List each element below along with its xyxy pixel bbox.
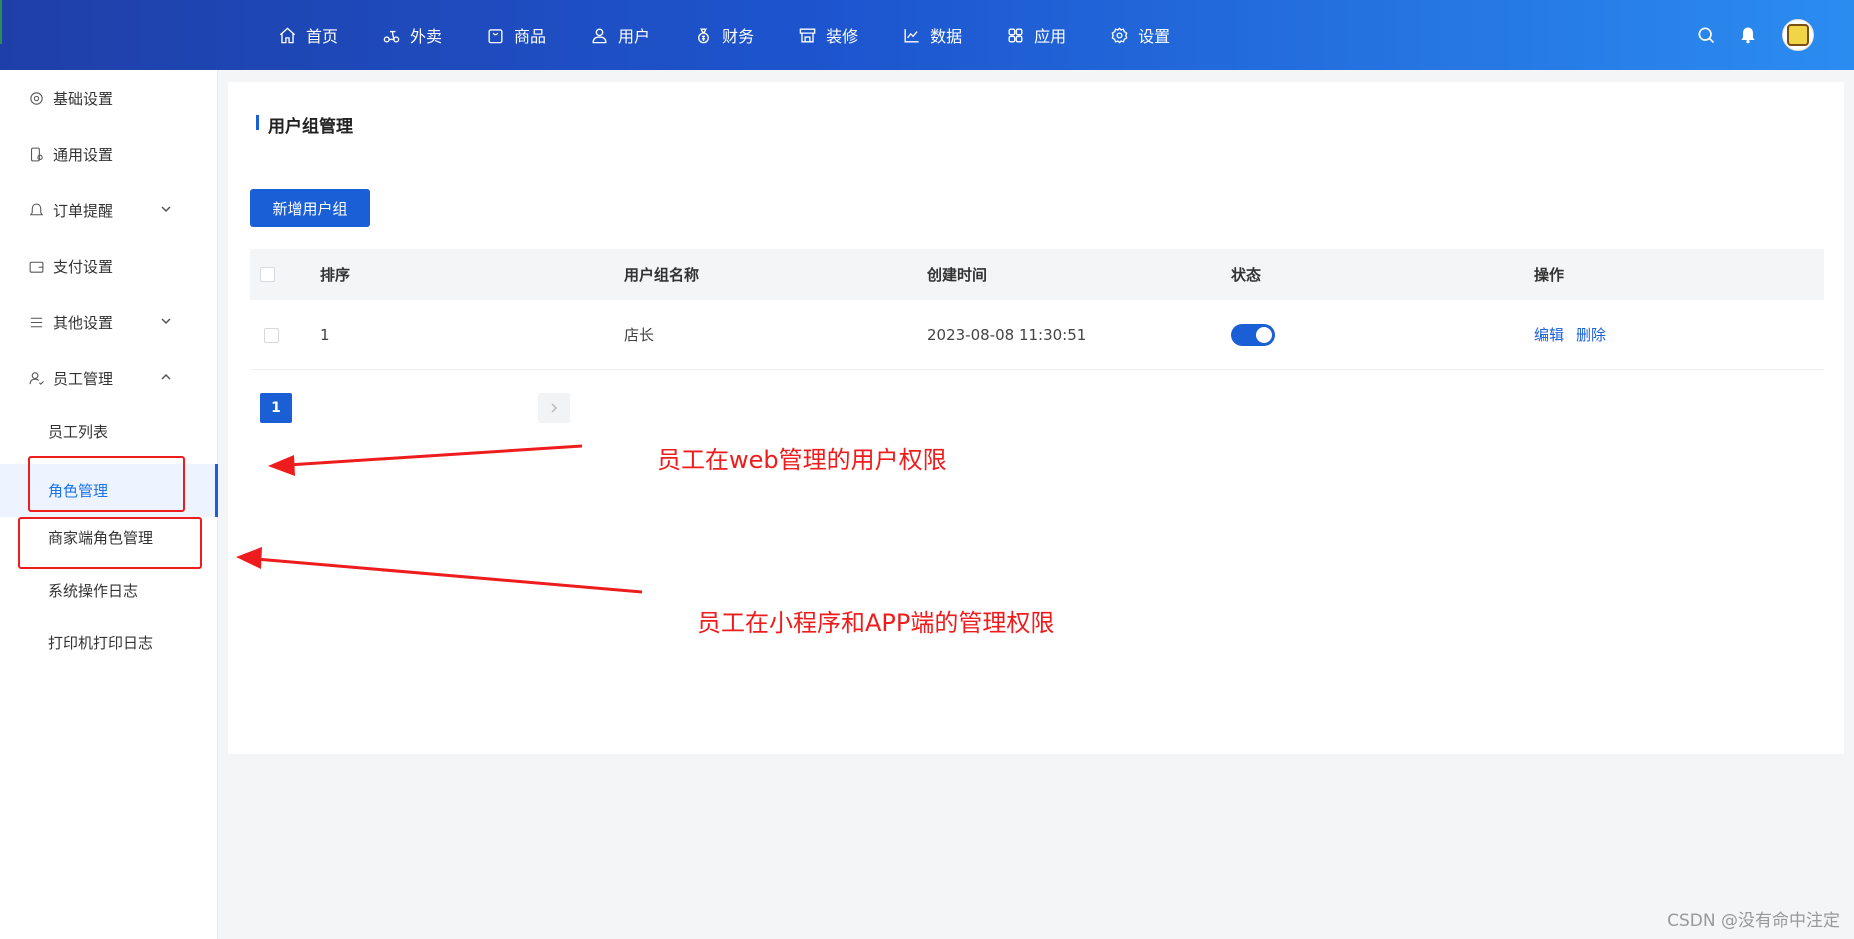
column-header-actions: 操作 (1534, 266, 1565, 284)
list-icon (30, 317, 43, 327)
annotation-box-role-management (28, 456, 185, 512)
sidebar-subitem-system-log[interactable]: 系统操作日志 (0, 570, 218, 610)
annotation-web-permissions: 员工在web管理的用户权限 (657, 446, 947, 474)
select-all-checkbox[interactable] (260, 267, 275, 282)
sidebar-item-label: 其他设置 (53, 313, 114, 332)
nav-item-label: 商品 (514, 27, 547, 46)
chevron-right-icon (551, 403, 558, 413)
pagination: 1 (260, 393, 570, 423)
nav-item-users[interactable]: 用户 (590, 23, 650, 47)
top-right-tools (1674, 0, 1814, 70)
chevron-up-icon (161, 373, 171, 380)
nav-item-label: 应用 (1034, 27, 1067, 46)
nav-item-home[interactable]: 首页 (278, 23, 338, 47)
scooter-icon (383, 30, 400, 43)
user-icon (592, 27, 607, 43)
right-gutter (1844, 70, 1854, 939)
gear-icon (30, 91, 43, 105)
next-page-button[interactable] (538, 393, 570, 423)
avatar-image (1787, 24, 1809, 46)
sidebar-item-general-settings[interactable]: 通用设置 (0, 134, 218, 174)
nav-item-data[interactable]: 数据 (902, 23, 962, 47)
content-card: 用户组管理 新增用户组 排序 用户组名称 创建时间 状态 操作 1 店长 202… (228, 82, 1844, 754)
edit-link[interactable]: 编辑 (1534, 326, 1564, 344)
chevron-down-icon (161, 318, 171, 325)
staff-icon (29, 371, 44, 385)
nav-item-label: 财务 (722, 27, 755, 46)
nav-item-label: 首页 (306, 27, 339, 46)
column-header-name: 用户组名称 (624, 266, 700, 284)
sidebar-item-staff-management[interactable]: 员工管理 (0, 358, 218, 398)
home-icon (279, 26, 296, 43)
sidebar-item-label: 支付设置 (53, 257, 114, 276)
table-header: 排序 用户组名称 创建时间 状态 操作 (250, 249, 1824, 300)
table-row: 1 店长 2023-08-08 11:30:51 编辑 删除 (250, 300, 1824, 370)
sidebar-subitem-label: 员工列表 (48, 422, 109, 441)
sidebar-item-order-reminder[interactable]: 订单提醒 (0, 190, 218, 230)
status-toggle[interactable] (1231, 324, 1275, 346)
cell-created-time: 2023-08-08 11:30:51 (927, 325, 1087, 344)
annotation-box-merchant-role (18, 517, 202, 569)
nav-item-delivery[interactable]: 外卖 (382, 23, 442, 47)
sidebar-item-label: 通用设置 (53, 145, 114, 164)
apps-icon (1008, 27, 1023, 43)
gear-icon (1111, 26, 1128, 44)
user-group-table: 排序 用户组名称 创建时间 状态 操作 1 店长 2023-08-08 11:3… (250, 249, 1824, 370)
line-chart-icon (904, 28, 919, 43)
sidebar-subitem-staff-list[interactable]: 员工列表 (0, 411, 218, 451)
sidebar-item-payment-settings[interactable]: 支付设置 (0, 246, 218, 286)
chevron-down-icon (161, 206, 171, 213)
top-navigation-bar: 首页 外卖 商品 用户 财务 装修 数据 应用 设置 (0, 0, 1854, 70)
nav-item-label: 设置 (1138, 27, 1171, 46)
main-nav: 首页 外卖 商品 用户 财务 装修 数据 应用 设置 (278, 0, 1214, 70)
avatar[interactable] (1782, 19, 1814, 51)
search-icon (1698, 27, 1715, 44)
cell-group-name: 店长 (624, 326, 655, 344)
wallet-icon (29, 261, 44, 273)
column-header-created: 创建时间 (927, 266, 988, 284)
annotation-app-permissions: 员工在小程序和APP端的管理权限 (697, 609, 1055, 637)
bell-icon (1741, 27, 1755, 44)
nav-item-label: 用户 (618, 27, 651, 46)
sidebar-item-label: 订单提醒 (53, 201, 114, 220)
watermark: CSDN @没有命中注定 (1667, 911, 1840, 931)
nav-item-label: 装修 (826, 27, 859, 46)
money-bag-icon (698, 27, 709, 43)
bell-icon (29, 203, 44, 215)
store-icon (799, 27, 816, 43)
nav-item-apps[interactable]: 应用 (1006, 23, 1066, 47)
cell-order: 1 (320, 325, 330, 344)
sidebar-subitem-label: 打印机打印日志 (48, 633, 154, 652)
sidebar-subitem-printer-log[interactable]: 打印机打印日志 (0, 622, 218, 662)
add-user-group-button[interactable]: 新增用户组 (250, 189, 370, 227)
page-title: 用户组管理 (256, 112, 353, 137)
window-edge (0, 0, 2, 44)
sidebar-item-basic-settings[interactable]: 基础设置 (0, 78, 218, 118)
page-button-current[interactable]: 1 (260, 393, 292, 423)
nav-item-products[interactable]: 商品 (486, 23, 546, 47)
nav-item-settings[interactable]: 设置 (1110, 23, 1170, 47)
row-checkbox[interactable] (264, 328, 279, 343)
sidebar-subitem-label: 系统操作日志 (48, 581, 139, 600)
notifications-button[interactable] (1738, 25, 1758, 45)
nav-item-decoration[interactable]: 装修 (798, 23, 858, 47)
nav-item-label: 外卖 (410, 27, 443, 46)
sidebar-item-other-settings[interactable]: 其他设置 (0, 302, 218, 342)
bag-icon (488, 28, 503, 43)
nav-item-label: 数据 (930, 27, 963, 46)
column-header-status: 状态 (1231, 266, 1262, 284)
delete-link[interactable]: 删除 (1576, 326, 1606, 344)
search-button[interactable] (1696, 25, 1716, 45)
sidebar-item-label: 基础设置 (53, 89, 114, 108)
phone-settings-icon (31, 147, 43, 161)
column-header-order: 排序 (320, 266, 351, 284)
nav-item-finance[interactable]: 财务 (694, 23, 754, 47)
sidebar-item-label: 员工管理 (53, 369, 114, 388)
